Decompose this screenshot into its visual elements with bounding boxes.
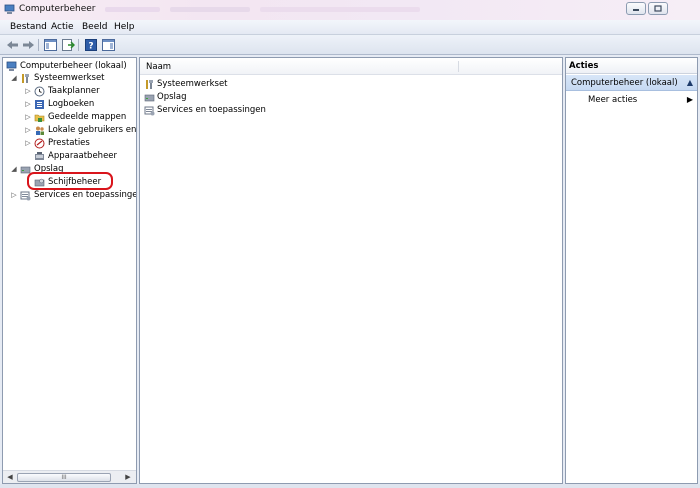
expand-arrow-icon[interactable]: ▷ xyxy=(10,191,18,199)
back-button[interactable] xyxy=(5,38,19,51)
expand-arrow-icon[interactable]: ▷ xyxy=(24,126,32,134)
computer-management-icon xyxy=(4,4,15,14)
submenu-arrow-icon[interactable]: ▶ xyxy=(687,95,693,104)
minimize-icon xyxy=(633,8,639,11)
collapse-arrow-icon[interactable]: ◢ xyxy=(10,74,18,82)
collapse-arrow-icon[interactable]: ◢ xyxy=(10,165,18,173)
column-header-row: Naam xyxy=(140,58,562,75)
back-arrow-icon xyxy=(6,40,18,49)
toolbar-separator xyxy=(78,39,79,51)
show-hide-console-tree-button[interactable] xyxy=(43,38,57,51)
maximize-icon xyxy=(654,5,662,12)
minimize-button[interactable] xyxy=(626,2,646,15)
blurred-title-text xyxy=(105,7,160,12)
column-header-naam[interactable]: Naam xyxy=(146,62,171,72)
actions-group-computerbeheer[interactable]: Computerbeheer (lokaal) ▲ xyxy=(566,75,697,91)
actions-group-label: Computerbeheer (lokaal) xyxy=(571,78,678,88)
tree-node-apparaatbeheer[interactable]: Apparaatbeheer xyxy=(34,150,117,162)
tools-icon xyxy=(146,79,153,89)
scroll-right-icon[interactable]: ▶ xyxy=(123,473,133,482)
results-pane: Naam Systeemwerkset Opslag Services en t… xyxy=(139,57,563,484)
console-tree-pane: Computerbeheer (lokaal) ◢ Systeemwerkset… xyxy=(2,57,137,484)
export-list-button[interactable] xyxy=(61,38,75,51)
tree-node-services-en-toepassingen[interactable]: ▷ Services en toepassingen xyxy=(10,189,136,201)
tree-node-logboeken[interactable]: ▷ Logboeken xyxy=(24,98,94,110)
red-highlight-annotation xyxy=(27,172,113,190)
device-manager-icon xyxy=(35,151,44,160)
tools-icon xyxy=(22,73,29,83)
svg-text:?: ? xyxy=(88,41,93,51)
performance-icon xyxy=(34,138,45,148)
help-icon: ? xyxy=(85,38,97,51)
event-log-icon xyxy=(35,99,44,109)
column-divider[interactable] xyxy=(458,61,459,72)
menu-help[interactable]: Help xyxy=(114,22,135,32)
help-button[interactable]: ? xyxy=(84,38,98,51)
services-icon xyxy=(20,191,31,200)
console-tree: Computerbeheer (lokaal) ◢ Systeemwerkset… xyxy=(3,58,136,470)
blurred-title-text xyxy=(260,7,420,12)
action-meer-acties[interactable]: Meer acties xyxy=(588,95,637,105)
tree-node-prestaties[interactable]: ▷ Prestaties xyxy=(24,137,90,149)
tree-node-lokale-gebruikers[interactable]: ▷ Lokale gebruikers en gr xyxy=(24,124,136,136)
expand-arrow-icon[interactable]: ▷ xyxy=(24,139,32,147)
forward-arrow-icon xyxy=(22,40,34,49)
computer-management-icon xyxy=(6,61,17,71)
show-hide-action-pane-icon xyxy=(101,38,115,51)
actions-pane: Acties Computerbeheer (lokaal) ▲ Meer ac… xyxy=(565,57,698,484)
expand-arrow-icon[interactable]: ▷ xyxy=(24,100,32,108)
toolbar: ? xyxy=(0,35,700,55)
menu-actie[interactable]: Actie xyxy=(51,22,74,32)
title-bar: Computerbeheer xyxy=(0,0,700,20)
clock-icon xyxy=(34,86,45,96)
tree-node-taakplanner[interactable]: ▷ Taakplanner xyxy=(24,85,100,97)
status-bar xyxy=(0,484,700,488)
expand-arrow-icon[interactable]: ▷ xyxy=(24,87,32,95)
shared-folder-icon xyxy=(34,114,45,122)
export-list-icon xyxy=(61,38,75,51)
services-icon xyxy=(144,106,155,115)
storage-icon xyxy=(144,94,155,101)
maximize-button[interactable] xyxy=(648,2,668,15)
window-title: Computerbeheer xyxy=(19,4,96,14)
list-item-services-en-toepassingen[interactable]: Services en toepassingen xyxy=(144,104,266,116)
tree-node-systeemwerkset[interactable]: ◢ Systeemwerkset xyxy=(10,72,104,84)
menu-beeld[interactable]: Beeld xyxy=(82,22,107,32)
menu-bar: Bestand Actie Beeld Help xyxy=(0,20,700,35)
toolbar-separator xyxy=(38,39,39,51)
scroll-left-icon[interactable]: ◀ xyxy=(5,473,15,482)
expand-arrow-icon[interactable]: ▷ xyxy=(24,113,32,121)
tree-node-gedeelde-mappen[interactable]: ▷ Gedeelde mappen xyxy=(24,111,126,123)
blurred-title-text xyxy=(170,7,250,12)
users-icon xyxy=(36,126,44,135)
menu-bestand[interactable]: Bestand xyxy=(10,22,47,32)
actions-header: Acties xyxy=(566,58,697,74)
tree-node-root[interactable]: Computerbeheer (lokaal) xyxy=(6,60,127,72)
collapse-up-icon[interactable]: ▲ xyxy=(687,78,693,87)
list-item-opslag[interactable]: Opslag xyxy=(144,91,186,103)
forward-button[interactable] xyxy=(21,38,35,51)
show-hide-action-pane-button[interactable] xyxy=(101,38,115,51)
list-item-systeemwerkset[interactable]: Systeemwerkset xyxy=(144,78,228,90)
show-hide-console-tree-icon xyxy=(43,38,57,51)
scroll-thumb[interactable]: III xyxy=(17,473,111,482)
horizontal-scrollbar[interactable]: ◀ III ▶ xyxy=(3,470,136,483)
